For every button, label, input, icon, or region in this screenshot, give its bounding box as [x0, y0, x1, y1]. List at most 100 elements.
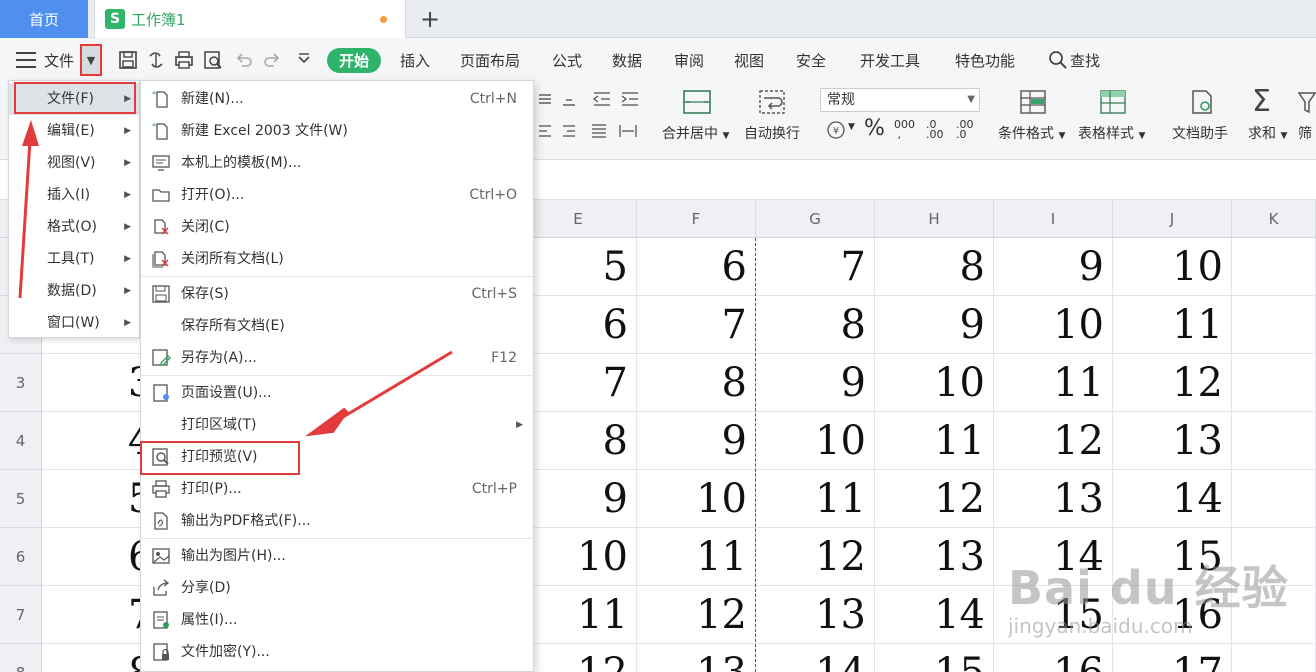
sum-button[interactable]: 求和 ▼ [1248, 123, 1287, 143]
decrease-decimal-icon[interactable]: .00.0 [956, 119, 974, 140]
cell[interactable]: 12 [875, 470, 994, 528]
cell[interactable]: 10 [756, 412, 875, 470]
cell[interactable]: 13 [994, 470, 1113, 528]
document-helper-button[interactable]: 文档助手 [1172, 123, 1228, 143]
menu-export-pdf[interactable]: 输出为PDF格式(F)... [141, 505, 533, 537]
tab-insert[interactable]: 插入 [400, 38, 430, 82]
document-tab[interactable]: S 工作簿1 [94, 0, 406, 38]
cell-k[interactable] [1232, 644, 1316, 672]
menu-item-edit[interactable]: 编辑(E) ▶ [9, 115, 139, 147]
tab-start[interactable]: 开始 [327, 48, 381, 73]
row-header-4[interactable]: 4 [0, 412, 42, 470]
cell-k[interactable] [1232, 238, 1316, 296]
cell[interactable]: 12 [1113, 354, 1232, 412]
cell[interactable]: 5 [520, 238, 637, 296]
column-header-k[interactable]: K [1232, 200, 1316, 238]
cell[interactable]: 10 [520, 528, 637, 586]
cell[interactable]: 11 [520, 586, 637, 644]
tab-developer[interactable]: 开发工具 [860, 38, 920, 82]
currency-icon[interactable]: ¥ [826, 120, 846, 140]
menu-properties[interactable]: 属性(I)... [141, 604, 533, 636]
menu-item-insert[interactable]: 插入(I) ▶ [9, 179, 139, 211]
cell[interactable]: 11 [994, 354, 1113, 412]
align-left-icon[interactable] [536, 122, 554, 140]
menu-item-window[interactable]: 窗口(W) ▶ [9, 307, 139, 339]
filter-button[interactable]: 筛 [1298, 123, 1312, 143]
menu-item-tools[interactable]: 工具(T) ▶ [9, 243, 139, 275]
menu-new[interactable]: * 新建(N)... Ctrl+N [141, 83, 533, 115]
table-style-icon[interactable] [1098, 88, 1128, 116]
undo-icon[interactable] [234, 50, 254, 70]
cell[interactable]: 9 [756, 354, 875, 412]
menu-export-image[interactable]: 输出为图片(H)... [141, 540, 533, 572]
menu-print-area[interactable]: 打印区域(T) ▶ [141, 409, 533, 441]
cell[interactable]: 8 [875, 238, 994, 296]
cell[interactable]: 14 [875, 586, 994, 644]
menu-item-view[interactable]: 视图(V) ▶ [9, 147, 139, 179]
menu-close-all[interactable]: 关闭所有文档(L) [141, 243, 533, 275]
cell[interactable]: 13 [1113, 412, 1232, 470]
conditional-format-icon[interactable] [1018, 88, 1048, 116]
search-label[interactable]: 查找 [1070, 38, 1100, 82]
document-helper-icon[interactable] [1188, 88, 1216, 116]
menu-share[interactable]: 分享(D) [141, 572, 533, 604]
merge-center-button[interactable]: 合并居中 ▼ [662, 123, 729, 143]
cell[interactable]: 12 [994, 412, 1113, 470]
column-header-e[interactable]: E [520, 200, 637, 238]
cell[interactable]: 8 [520, 412, 637, 470]
cell[interactable]: 11 [637, 528, 756, 586]
thousands-separator-icon[interactable]: 000 , [894, 119, 915, 140]
currency-dropdown-chevron-icon[interactable]: ▼ [848, 122, 855, 132]
menu-item-data[interactable]: 数据(D) ▶ [9, 275, 139, 307]
cell[interactable]: 14 [756, 644, 875, 672]
cell[interactable]: 8 [756, 296, 875, 354]
cell[interactable]: 6 [637, 238, 756, 296]
menu-new-excel-2003[interactable]: * 新建 Excel 2003 文件(W) [141, 115, 533, 147]
column-header-j[interactable]: J [1113, 200, 1232, 238]
cell[interactable]: 16 [994, 644, 1113, 672]
tab-review[interactable]: 审阅 [674, 38, 704, 82]
menu-save[interactable]: 保存(S) Ctrl+S [141, 278, 533, 310]
menu-save-as[interactable]: 另存为(A)... F12 [141, 342, 533, 374]
cell[interactable]: 9 [520, 470, 637, 528]
row-header-3[interactable]: 3 [0, 354, 42, 412]
cell[interactable]: 9 [637, 412, 756, 470]
increase-indent-icon[interactable] [620, 90, 640, 108]
cell[interactable]: 12 [637, 586, 756, 644]
decrease-indent-icon[interactable] [592, 90, 612, 108]
number-format-select[interactable]: 常规 ▼ [820, 88, 980, 112]
cell[interactable]: 10 [994, 296, 1113, 354]
cell[interactable]: 17 [1113, 644, 1232, 672]
cell[interactable]: 11 [875, 412, 994, 470]
cell[interactable]: 7 [637, 296, 756, 354]
justify-icon[interactable] [590, 122, 608, 140]
menu-item-format[interactable]: 格式(O) ▶ [9, 211, 139, 243]
print-preview-icon[interactable] [203, 50, 223, 70]
tab-page-layout[interactable]: 页面布局 [460, 38, 520, 82]
row-header-8[interactable]: 8 [0, 644, 42, 672]
menu-open[interactable]: 打开(O)... Ctrl+O [141, 179, 533, 211]
cell[interactable]: 15 [875, 644, 994, 672]
cell[interactable]: 10 [875, 354, 994, 412]
menu-page-setup[interactable]: 页面设置(U)... [141, 377, 533, 409]
wrap-text-icon[interactable] [757, 88, 787, 116]
home-tab[interactable]: 首页 [0, 0, 88, 38]
cell-k[interactable] [1232, 470, 1316, 528]
cell-k[interactable] [1232, 412, 1316, 470]
table-style-button[interactable]: 表格样式 ▼ [1078, 123, 1145, 143]
tab-formula[interactable]: 公式 [552, 38, 582, 82]
cell[interactable]: 13 [756, 586, 875, 644]
column-header-g[interactable]: G [756, 200, 875, 238]
column-header-f[interactable]: F [637, 200, 756, 238]
cell-k[interactable] [1232, 354, 1316, 412]
row-header-6[interactable]: 6 [0, 528, 42, 586]
menu-print[interactable]: 打印(P)... Ctrl+P [141, 473, 533, 505]
cell[interactable]: 13 [875, 528, 994, 586]
menu-close[interactable]: 关闭(C) [141, 211, 533, 243]
cell[interactable]: 10 [1113, 238, 1232, 296]
save-icon[interactable] [118, 50, 138, 70]
file-menu-label[interactable]: 文件 [44, 38, 74, 82]
column-header-i[interactable]: I [994, 200, 1113, 238]
menu-encrypt[interactable]: 文件加密(Y)... [141, 636, 533, 668]
cell[interactable]: 13 [637, 644, 756, 672]
